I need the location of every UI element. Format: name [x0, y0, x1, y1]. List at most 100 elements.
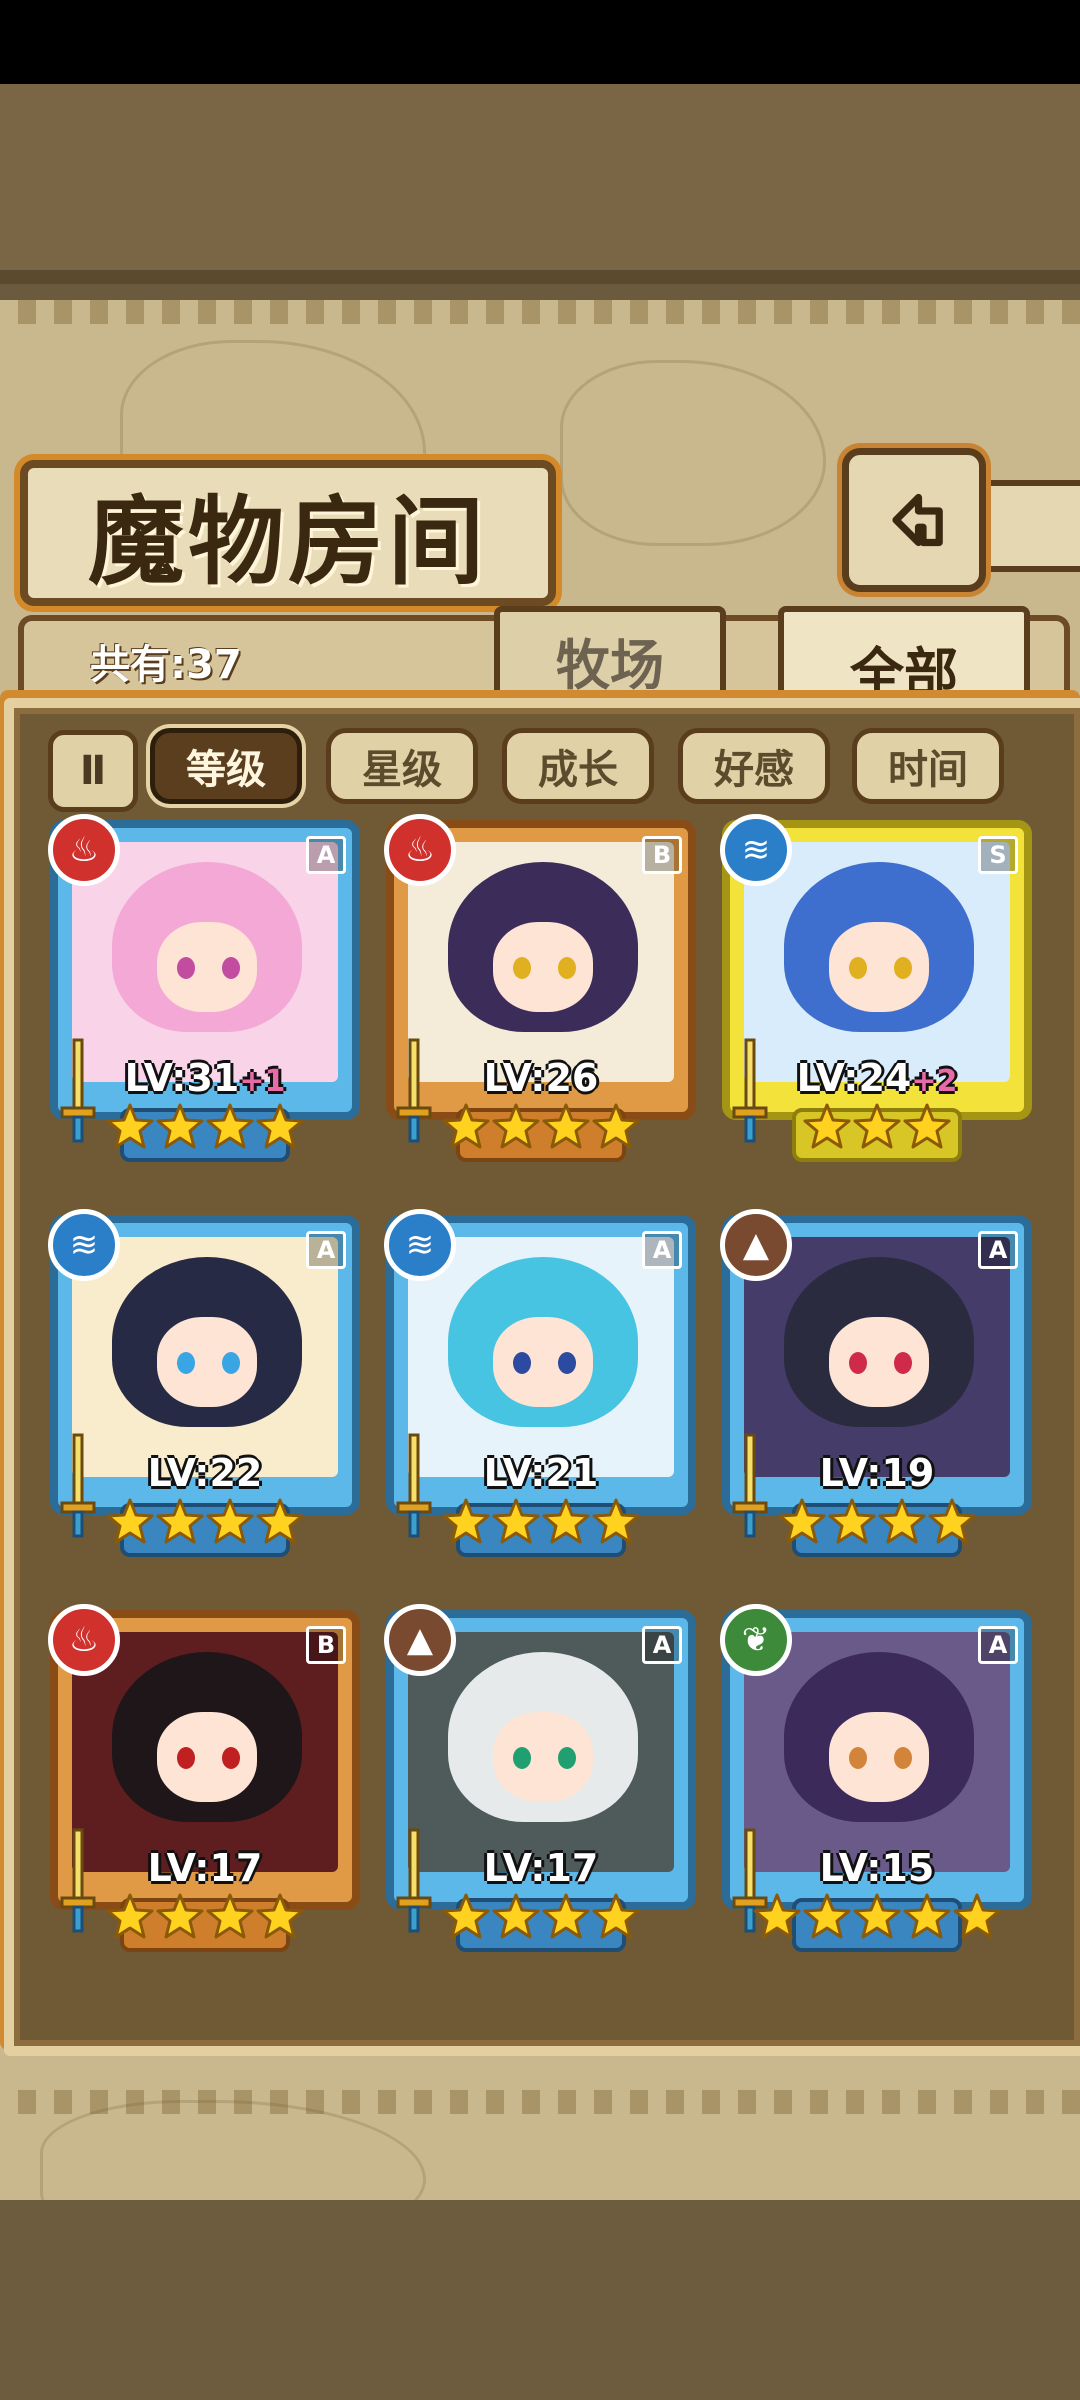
monster-count: 共有:37 [90, 642, 242, 688]
star-rating [386, 1890, 696, 1954]
star-rating [386, 1495, 696, 1559]
star-icon [927, 1497, 977, 1547]
wind-icon: ❦ [720, 1604, 792, 1676]
portrait-face [157, 922, 257, 1012]
portrait-eye [513, 1352, 531, 1374]
star-rating [50, 1100, 360, 1164]
level-value: LV:17 [147, 1846, 263, 1890]
star-rating [50, 1495, 360, 1559]
monster-card[interactable]: A ≋ LV:22 [48, 1209, 360, 1560]
star-rating [722, 1890, 1032, 1954]
portrait-face [493, 1712, 593, 1802]
star-icon [752, 1892, 802, 1942]
portrait-eye [177, 1747, 195, 1769]
monster-card[interactable]: A ≋ LV:21 [384, 1209, 696, 1560]
rank-badge: A [642, 1626, 682, 1664]
level-value: LV:31 [124, 1056, 240, 1100]
fire-icon: ♨ [48, 814, 120, 886]
status-bar [0, 0, 1080, 84]
level-label: LV:24+2 [722, 1056, 1032, 1100]
star-icon [105, 1892, 155, 1942]
monster-portrait [408, 842, 674, 1082]
portrait-eye [894, 957, 912, 979]
rank-badge: A [978, 1626, 1018, 1664]
monster-portrait [408, 1632, 674, 1872]
portrait-eye [177, 1352, 195, 1374]
rank-badge: B [642, 836, 682, 874]
earth-icon: ▲ [384, 1604, 456, 1676]
rank-badge: S [978, 836, 1018, 874]
star-icon [205, 1892, 255, 1942]
level-value: LV:26 [483, 1056, 599, 1100]
portrait-eye [894, 1352, 912, 1374]
star-icon [491, 1497, 541, 1547]
title-plate: 魔物房间 [20, 460, 556, 606]
star-icon [255, 1497, 305, 1547]
portrait-eye [558, 1747, 576, 1769]
portrait-eye [849, 1352, 867, 1374]
portrait-eye [177, 957, 195, 979]
filter-growth[interactable]: 成长 [502, 728, 654, 804]
level-label: LV:17 [50, 1846, 360, 1890]
level-label: LV:17 [386, 1846, 696, 1890]
portrait-eye [558, 1352, 576, 1374]
star-icon [902, 1892, 952, 1942]
monster-card[interactable]: B ♨ LV:17 [48, 1604, 360, 1955]
level-label: LV:19 [722, 1451, 1032, 1495]
star-icon [852, 1892, 902, 1942]
monster-card[interactable]: A ▲ LV:19 [720, 1209, 1032, 1560]
level-label: LV:26 [386, 1056, 696, 1100]
level-label: LV:22 [50, 1451, 360, 1495]
star-icon [491, 1102, 541, 1152]
monster-portrait [744, 842, 1010, 1082]
back-button[interactable] [842, 448, 986, 592]
star-icon [105, 1102, 155, 1152]
star-icon [777, 1497, 827, 1547]
star-rating [722, 1100, 1032, 1164]
water-icon: ≋ [384, 1209, 456, 1281]
filter-affection[interactable]: 好感 [678, 728, 830, 804]
fire-icon: ♨ [384, 814, 456, 886]
level-value: LV:24 [796, 1056, 912, 1100]
sort-order-toggle[interactable]: Ⅱ [48, 730, 138, 812]
monster-portrait [72, 1237, 338, 1477]
monster-card[interactable]: A ♨ LV:31+1 [48, 814, 360, 1165]
rank-badge: A [306, 1231, 346, 1269]
monster-card[interactable]: B ♨ LV:26 [384, 814, 696, 1165]
filter-star[interactable]: 星级 [326, 728, 478, 804]
filter-time[interactable]: 时间 [852, 728, 1004, 804]
star-icon [591, 1497, 641, 1547]
portrait-eye [558, 957, 576, 979]
monster-portrait [744, 1237, 1010, 1477]
portrait-face [493, 922, 593, 1012]
back-arrow-icon [892, 493, 943, 547]
portrait-eye [849, 1747, 867, 1769]
filter-level[interactable]: 等级 [150, 728, 302, 804]
star-icon [541, 1497, 591, 1547]
star-icon [952, 1892, 1002, 1942]
water-icon: ≋ [48, 1209, 120, 1281]
portrait-eye [222, 957, 240, 979]
monster-card[interactable]: A ▲ LV:17 [384, 1604, 696, 1955]
monster-portrait [408, 1237, 674, 1477]
water-icon: ≋ [720, 814, 792, 886]
star-icon [541, 1102, 591, 1152]
map-background-bottom [0, 2200, 1080, 2400]
star-icon [155, 1102, 205, 1152]
monster-portrait [72, 842, 338, 1082]
star-icon [827, 1497, 877, 1547]
earth-icon: ▲ [720, 1209, 792, 1281]
level-label: LV:31+1 [50, 1056, 360, 1100]
monster-card[interactable]: A ❦ LV:15 [720, 1604, 1032, 1955]
rank-badge: B [306, 1626, 346, 1664]
star-icon [155, 1892, 205, 1942]
star-icon [205, 1497, 255, 1547]
level-value: LV:19 [819, 1451, 935, 1495]
level-label: LV:21 [386, 1451, 696, 1495]
page-title: 魔物房间 [88, 484, 488, 598]
star-icon [105, 1497, 155, 1547]
star-icon [802, 1102, 852, 1152]
portrait-eye [513, 957, 531, 979]
monster-card[interactable]: S ≋ LV:24+2 [720, 814, 1032, 1165]
star-icon [441, 1497, 491, 1547]
